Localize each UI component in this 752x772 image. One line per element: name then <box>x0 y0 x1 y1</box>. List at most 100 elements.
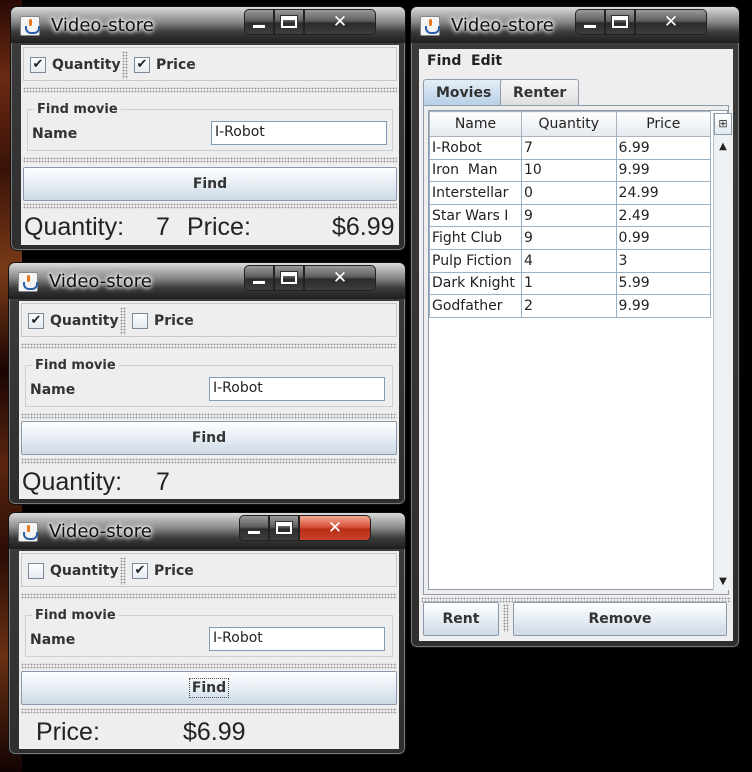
table-row[interactable]: Star Wars I 9 2.49 <box>429 203 712 228</box>
cell-quantity[interactable]: 0 <box>520 181 617 205</box>
checkbox-box[interactable] <box>28 563 44 579</box>
title-bar[interactable]: Video-store ✕ <box>9 263 405 299</box>
minimize-button[interactable] <box>239 515 269 541</box>
cell-price[interactable]: 9.99 <box>615 294 712 318</box>
cell-price[interactable]: 2.49 <box>615 203 712 228</box>
minimize-icon <box>247 530 261 535</box>
table-row[interactable]: I-Robot 7 6.99 <box>429 136 712 160</box>
minimize-button[interactable] <box>244 265 274 291</box>
split-grip[interactable] <box>21 663 397 669</box>
split-grip[interactable] <box>21 458 397 464</box>
checkbox-box[interactable]: ✔ <box>30 57 46 73</box>
cell-price[interactable]: 5.99 <box>615 271 712 296</box>
find-button[interactable]: Find <box>21 671 397 705</box>
cell-name[interactable]: I-Robot <box>429 136 522 160</box>
cell-name[interactable]: Dark Knight <box>429 271 522 296</box>
split-grip[interactable] <box>23 203 397 209</box>
scroll-up-icon[interactable]: ▲ <box>715 139 731 153</box>
price-checkbox[interactable]: ✔ Price <box>132 562 194 580</box>
java-coffee-icon[interactable] <box>420 16 440 36</box>
toolbar-grip[interactable] <box>120 557 126 585</box>
checkbox-box[interactable]: ✔ <box>132 563 148 579</box>
cell-name[interactable]: Fight Club <box>429 226 522 250</box>
cell-name[interactable]: Interstellar <box>429 181 522 205</box>
column-header-quantity[interactable]: Quantity <box>520 111 617 137</box>
maximize-button[interactable] <box>269 515 299 541</box>
find-button[interactable]: Find <box>23 167 397 201</box>
column-control-icon[interactable]: ⊞ <box>714 113 732 135</box>
quantity-checkbox[interactable]: Quantity <box>28 562 119 580</box>
checkbox-box[interactable]: ✔ <box>134 57 150 73</box>
minimize-button[interactable] <box>244 9 274 35</box>
cell-price[interactable]: 6.99 <box>615 136 712 160</box>
table-row[interactable]: Pulp Fiction 4 3 <box>429 248 712 273</box>
maximize-button[interactable] <box>274 265 304 291</box>
close-button[interactable]: ✕ <box>299 515 371 541</box>
checkbox-box[interactable] <box>132 313 148 329</box>
title-bar[interactable]: Video-store ✕ <box>9 513 405 549</box>
table-row[interactable]: Iron Man 10 9.99 <box>429 158 712 183</box>
maximize-button[interactable] <box>605 9 635 35</box>
name-input[interactable]: I-Robot <box>209 627 385 651</box>
table-row[interactable]: Dark Knight 1 5.99 <box>429 271 712 296</box>
name-input[interactable]: I-Robot <box>211 121 387 145</box>
split-grip[interactable] <box>21 593 397 599</box>
split-grip[interactable] <box>21 343 397 349</box>
column-header-name[interactable]: Name <box>429 111 522 137</box>
close-button[interactable]: ✕ <box>635 9 707 35</box>
split-grip[interactable] <box>21 413 397 419</box>
close-button[interactable]: ✕ <box>304 265 376 291</box>
price-checkbox[interactable]: Price <box>132 312 194 330</box>
toolbar-grip[interactable] <box>120 307 126 335</box>
split-grip[interactable] <box>23 87 397 93</box>
cell-quantity[interactable]: 9 <box>520 203 617 228</box>
table-row[interactable]: Fight Club 9 0.99 <box>429 226 712 250</box>
menu-find[interactable]: Find <box>427 53 461 69</box>
cell-price[interactable]: 3 <box>615 248 712 273</box>
scroll-down-icon[interactable]: ▼ <box>715 574 731 588</box>
window-controls: ✕ <box>244 265 376 291</box>
checkbox-box[interactable]: ✔ <box>28 313 44 329</box>
table-row[interactable]: Godfather 2 9.99 <box>429 294 712 318</box>
cell-quantity[interactable]: 7 <box>520 136 617 160</box>
maximize-button[interactable] <box>274 9 304 35</box>
toolbar-grip[interactable] <box>122 51 128 79</box>
cell-quantity[interactable]: 2 <box>520 294 617 318</box>
remove-button[interactable]: Remove <box>513 602 727 636</box>
tab-movies[interactable]: Movies <box>423 79 505 105</box>
quantity-checkbox-label: Quantity <box>50 563 119 579</box>
rent-button-label: Rent <box>442 611 480 627</box>
cell-quantity[interactable]: 4 <box>520 248 617 273</box>
rent-button[interactable]: Rent <box>423 602 499 636</box>
title-bar[interactable]: Video-store ✕ <box>411 7 739 43</box>
java-coffee-icon[interactable] <box>18 522 38 542</box>
find-button[interactable]: Find <box>21 421 397 455</box>
cell-quantity[interactable]: 1 <box>520 271 617 296</box>
split-grip[interactable] <box>23 157 397 163</box>
tab-renter[interactable]: Renter <box>500 79 580 105</box>
price-checkbox[interactable]: ✔ Price <box>134 56 196 74</box>
minimize-button[interactable] <box>575 9 605 35</box>
java-coffee-icon[interactable] <box>18 272 38 292</box>
java-coffee-icon[interactable] <box>20 16 40 36</box>
cell-name[interactable]: Pulp Fiction <box>429 248 522 273</box>
vertical-scrollbar[interactable]: ⊞ ▲ ▼ <box>713 113 732 590</box>
cell-name[interactable]: Star Wars I <box>429 203 522 228</box>
button-bar-grip[interactable] <box>503 604 509 632</box>
split-grip[interactable] <box>21 708 397 714</box>
cell-name[interactable]: Iron Man <box>429 158 522 183</box>
close-button[interactable]: ✕ <box>304 9 376 35</box>
name-input[interactable]: I-Robot <box>209 377 385 401</box>
menu-edit[interactable]: Edit <box>471 53 502 69</box>
quantity-checkbox[interactable]: ✔ Quantity <box>30 56 121 74</box>
cell-quantity[interactable]: 9 <box>520 226 617 250</box>
cell-quantity[interactable]: 10 <box>520 158 617 183</box>
cell-name[interactable]: Godfather <box>429 294 522 318</box>
column-header-price[interactable]: Price <box>615 111 712 137</box>
title-bar[interactable]: Video-store ✕ <box>11 7 405 43</box>
cell-price[interactable]: 9.99 <box>615 158 712 183</box>
cell-price[interactable]: 0.99 <box>615 226 712 250</box>
cell-price[interactable]: 24.99 <box>615 181 712 205</box>
quantity-checkbox[interactable]: ✔ Quantity <box>28 312 119 330</box>
table-row[interactable]: Interstellar 0 24.99 <box>429 181 712 205</box>
